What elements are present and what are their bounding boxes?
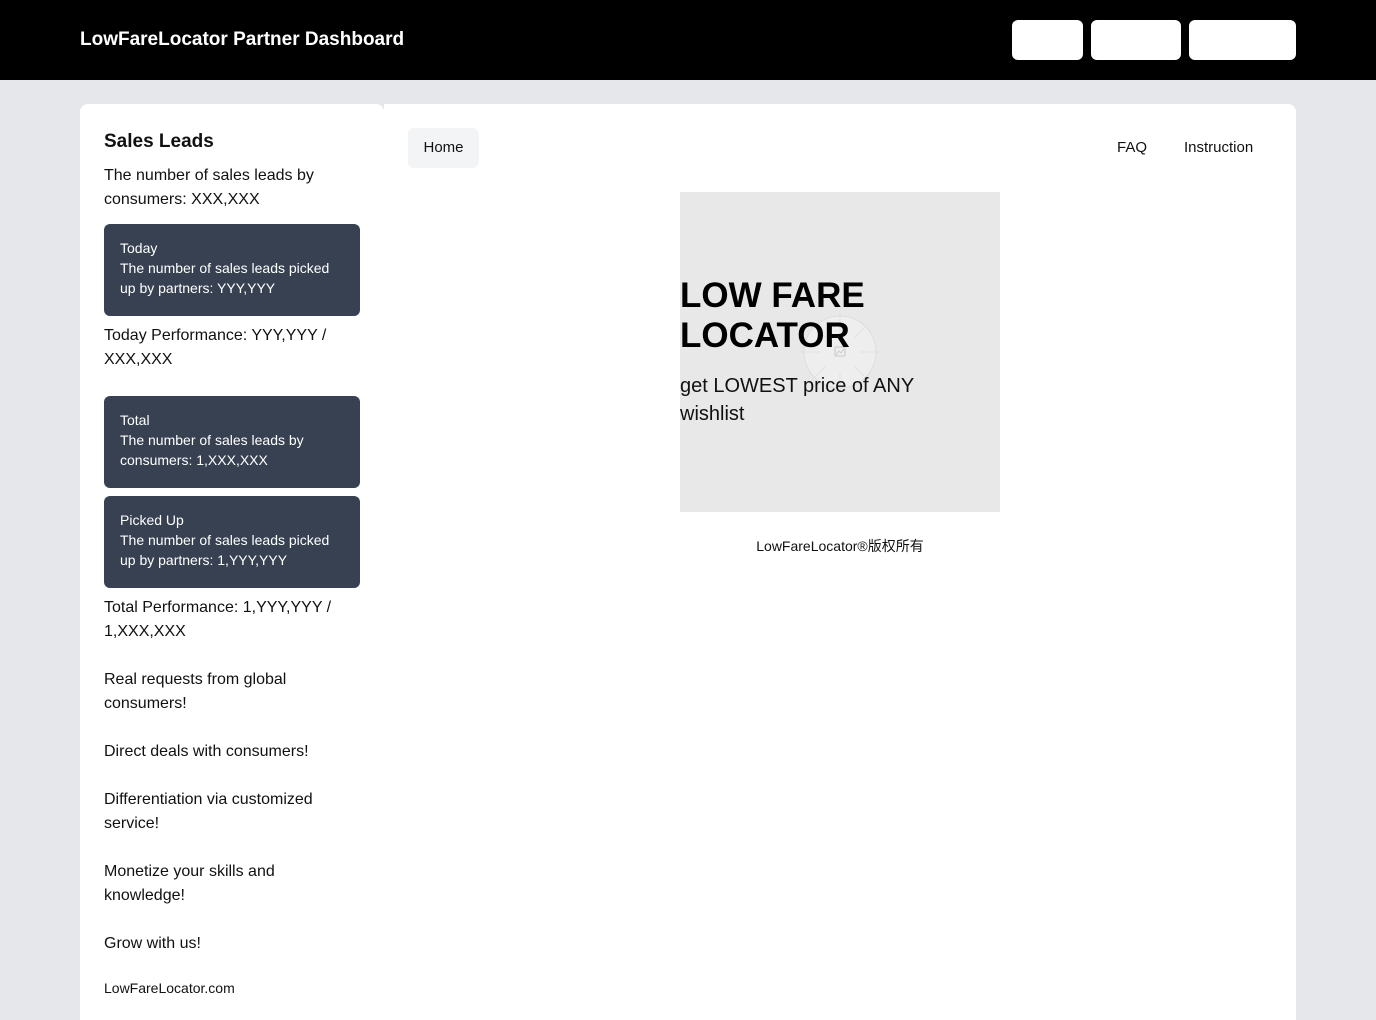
- total-card-text: The number of sales leads by consumers: …: [120, 432, 304, 468]
- leads-summary: The number of sales leads by consumers: …: [104, 167, 314, 208]
- slogan-global-requests: Real requests from global consumers!: [104, 671, 287, 712]
- today-performance: Today Performance: YYY,YYY / XXX,XXX: [104, 327, 327, 368]
- today-card-text: The number of sales leads picked up by p…: [120, 260, 330, 296]
- total-performance: Total Performance: 1,YYY,YYY / 1,XXX,XXX: [104, 599, 332, 640]
- sidebar-title: Sales Leads: [104, 131, 214, 152]
- today-card-label: Today: [120, 240, 158, 256]
- header-button-2[interactable]: [1091, 20, 1181, 60]
- total-card: Total The number of sales leads by consu…: [104, 396, 360, 488]
- header-button-1[interactable]: [1012, 20, 1083, 60]
- nav-faq-link[interactable]: FAQ: [1117, 128, 1147, 168]
- hero-tagline: get LOWEST price of ANY wishlist: [680, 375, 914, 425]
- sidebar-footer-link[interactable]: LowFareLocator.com: [104, 978, 360, 998]
- top-bar: LowFareLocator Partner Dashboard: [0, 0, 1376, 80]
- app-title: LowFareLocator Partner Dashboard: [80, 29, 405, 50]
- hero-image: LOW FARE LOCATOR get LOWEST price of ANY…: [680, 192, 1000, 512]
- picked-up-card: Picked Up The number of sales leads pick…: [104, 496, 360, 588]
- nav-home-tab[interactable]: Home: [408, 128, 479, 168]
- total-card-label: Total: [120, 412, 150, 428]
- slogan-differentiation: Differentiation via customized service!: [104, 791, 313, 832]
- today-card: Today The number of sales leads picked u…: [104, 224, 360, 316]
- hero-headline: LOW FARE LOCATOR: [680, 276, 865, 355]
- picked-up-card-label: Picked Up: [120, 512, 184, 528]
- slogan-direct-deals: Direct deals with consumers!: [104, 743, 309, 760]
- main-panel: Home FAQ Instruction LOW FARE LOCATOR ge…: [384, 104, 1296, 1020]
- header-button-3[interactable]: [1189, 20, 1296, 60]
- slogan-grow: Grow with us!: [104, 935, 201, 952]
- copyright-notice: LowFareLocator®版权所有: [756, 538, 924, 554]
- picked-up-card-text: The number of sales leads picked up by p…: [120, 532, 330, 568]
- sales-leads-sidebar: Sales Leads The number of sales leads by…: [80, 104, 384, 1020]
- nav-instruction-link[interactable]: Instruction: [1184, 128, 1253, 168]
- slogan-monetize: Monetize your skills and knowledge!: [104, 863, 275, 904]
